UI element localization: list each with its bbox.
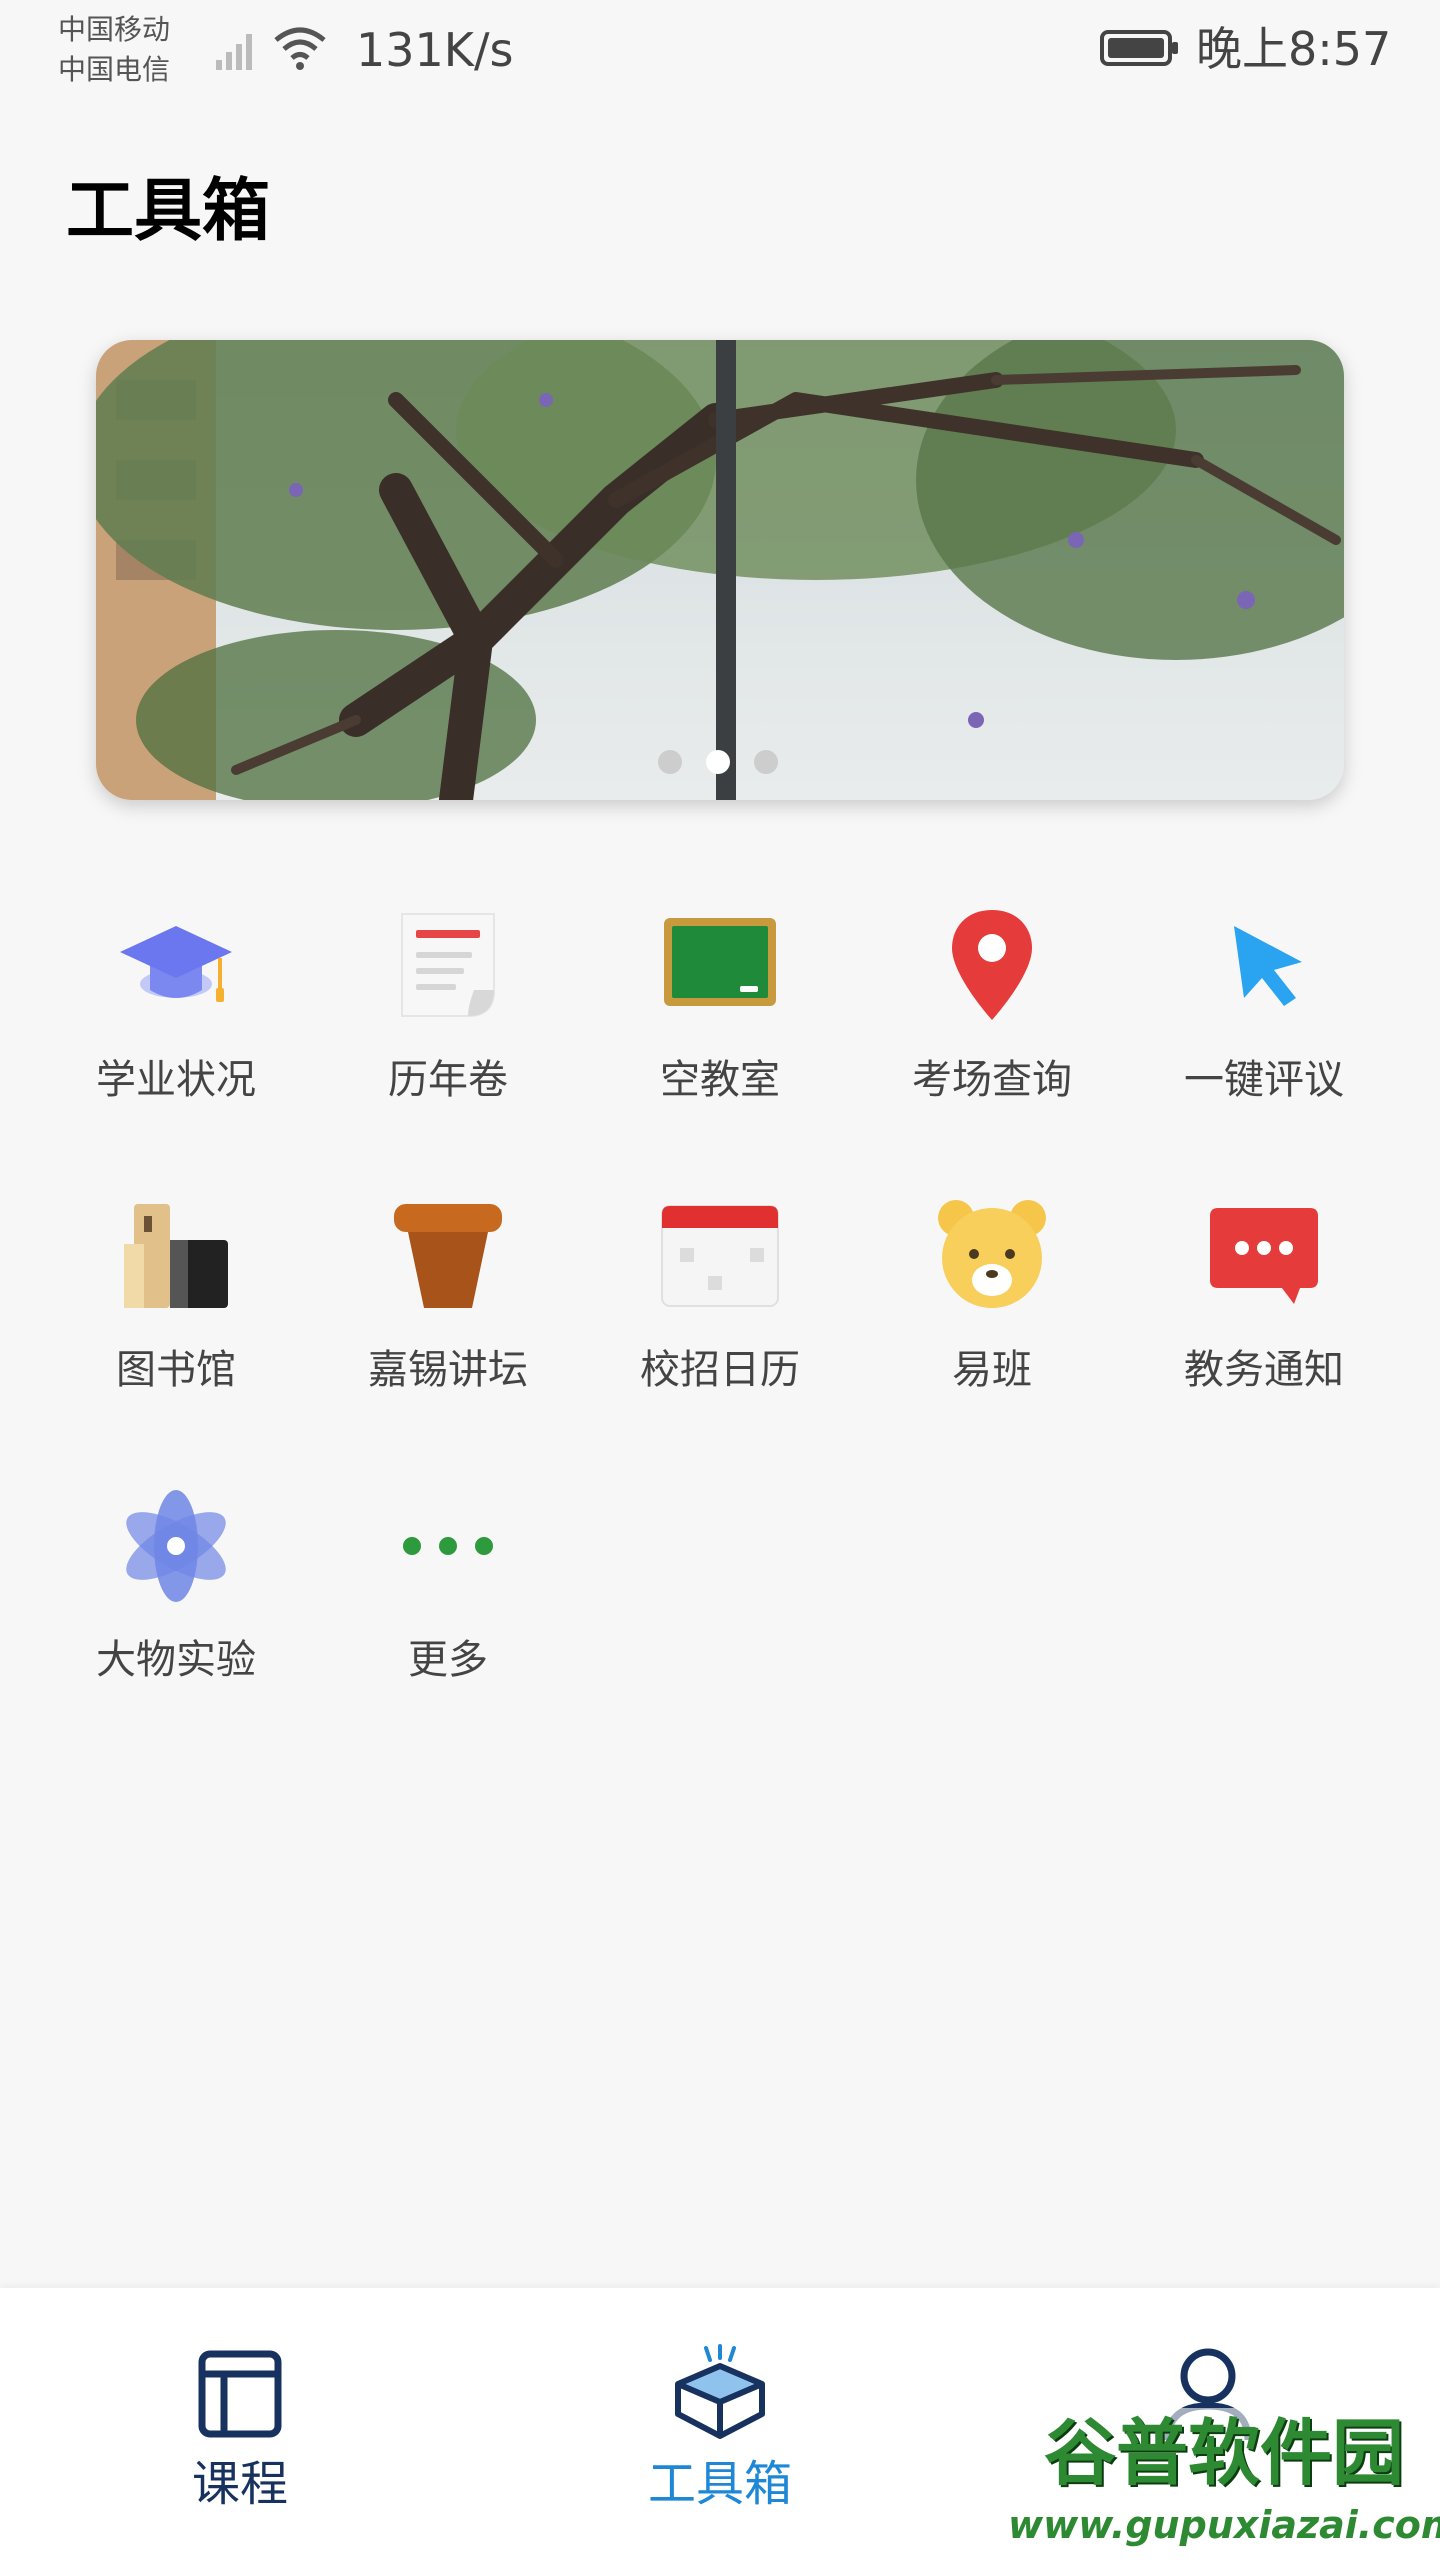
tool-label: 教务通知 [1184, 1347, 1344, 1393]
atom-icon [116, 1486, 236, 1606]
status-bar: 中国移动 中国电信 131K/s 晚上8:57 [0, 0, 1440, 100]
watermark-url: www.gupuxiazai.com [1008, 2503, 1440, 2547]
banner-carousel[interactable] [96, 340, 1344, 800]
banner-tree-image [96, 340, 1344, 800]
nav-label-toolbox: 工具箱 [647, 2456, 792, 2512]
graduation-cap-icon [116, 906, 236, 1026]
exam-paper-icon [388, 906, 508, 1026]
carousel-dot[interactable] [658, 750, 682, 774]
signal-icon [216, 34, 252, 70]
tool-label: 历年卷 [388, 1057, 508, 1103]
tool-label: 图书馆 [116, 1347, 236, 1393]
tool-yiban[interactable]: 易班 [856, 1196, 1128, 1456]
carrier-2: 中国电信 [58, 53, 171, 86]
more-dots-icon [388, 1486, 508, 1606]
carrier-1: 中国移动 [58, 13, 171, 46]
battery-icon [1100, 30, 1178, 66]
tool-label: 嘉锡讲坛 [368, 1347, 528, 1393]
tool-more[interactable]: 更多 [312, 1486, 584, 1746]
tool-label: 大物实验 [96, 1637, 256, 1683]
tool-label: 易班 [952, 1347, 1032, 1393]
tool-label: 空教室 [660, 1057, 780, 1103]
tool-campus-recruit-calendar[interactable]: 校招日历 [584, 1196, 856, 1456]
page-title: 工具箱 [66, 172, 271, 251]
carousel-indicator [658, 750, 788, 774]
nav-tab-toolbox[interactable]: 工具箱 [570, 2288, 870, 2560]
carousel-dot-active[interactable] [706, 750, 730, 774]
tool-jiaxi-forum[interactable]: 嘉锡讲坛 [312, 1196, 584, 1456]
network-speed: 131K/s [356, 23, 514, 77]
carrier-names: 中国移动 中国电信 [58, 10, 170, 90]
tool-exam-room-query[interactable]: 考场查询 [856, 906, 1128, 1166]
library-icon [116, 1196, 236, 1316]
tool-academic-notice[interactable]: 教务通知 [1128, 1196, 1400, 1456]
wifi-icon [274, 27, 326, 70]
tool-empty-classroom[interactable]: 空教室 [584, 906, 856, 1166]
toolbox-icon [675, 2344, 765, 2439]
tool-label: 更多 [408, 1637, 488, 1683]
tool-one-click-review[interactable]: 一键评议 [1128, 906, 1400, 1166]
course-layout-icon [198, 2350, 282, 2438]
nav-label-course: 课程 [191, 2456, 288, 2512]
tool-past-exams[interactable]: 历年卷 [312, 906, 584, 1166]
blackboard-icon [660, 906, 780, 1026]
lectern-icon [388, 1196, 508, 1316]
tool-academic-status[interactable]: 学业状况 [40, 906, 312, 1166]
tool-label: 一键评议 [1184, 1057, 1344, 1103]
watermark: 谷普软件园 www.gupuxiazai.com [1008, 2408, 1440, 2560]
watermark-text: 谷普软件园 [1043, 2411, 1404, 2495]
tool-label: 考场查询 [912, 1057, 1072, 1103]
message-bubble-icon [1204, 1196, 1324, 1316]
tool-label: 校招日历 [640, 1347, 800, 1393]
carousel-dot[interactable] [754, 750, 778, 774]
tool-physics-experiment[interactable]: 大物实验 [40, 1486, 312, 1746]
calendar-icon [660, 1196, 780, 1316]
bear-icon [932, 1196, 1052, 1316]
location-pin-icon [932, 906, 1052, 1026]
nav-tab-course[interactable]: 课程 [90, 2288, 390, 2560]
tool-label: 学业状况 [96, 1057, 256, 1103]
tool-library[interactable]: 图书馆 [40, 1196, 312, 1456]
status-time: 晚上8:57 [1196, 22, 1392, 76]
cursor-pointer-icon [1204, 906, 1324, 1026]
